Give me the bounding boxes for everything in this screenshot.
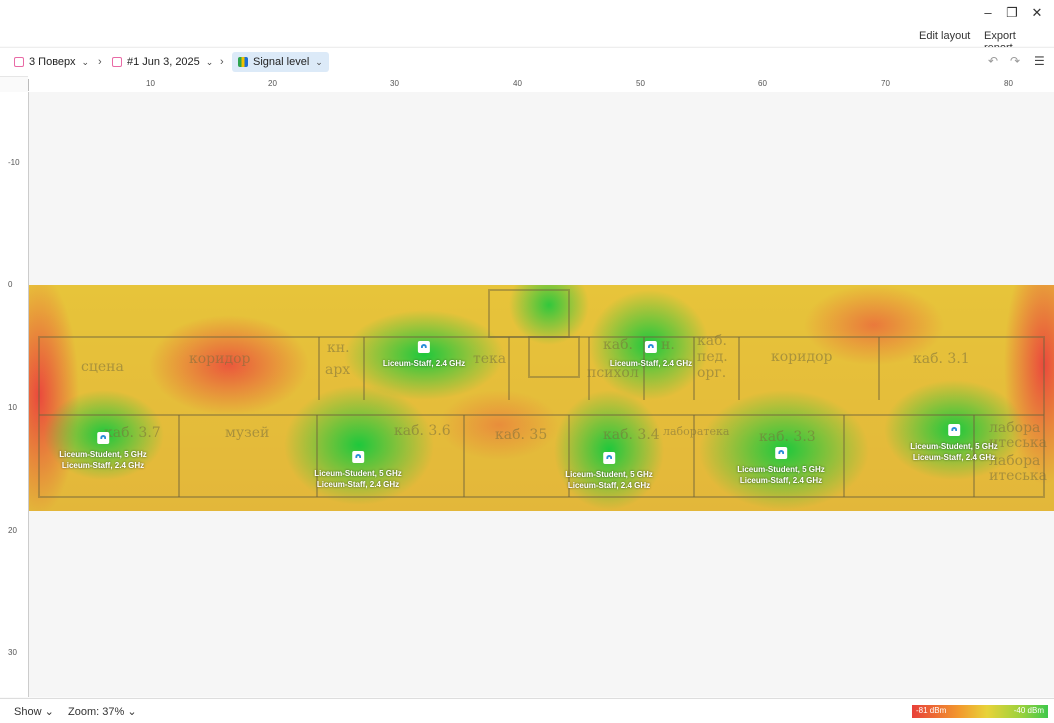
room-label: тека (473, 351, 507, 367)
chevron-down-icon: ⌄ (44, 706, 54, 718)
wifi-ap-icon (948, 424, 960, 436)
access-point[interactable]: Liceum-Staff, 2.4 GHz (383, 341, 465, 369)
breadcrumb-separator-icon: › (220, 56, 224, 68)
ruler-label: 0 (8, 280, 13, 289)
ruler-label: 80 (1004, 79, 1013, 88)
ruler-label: 30 (8, 648, 17, 657)
restore-button[interactable]: ❐ (998, 4, 1026, 22)
show-dropdown[interactable]: Show ⌄ (14, 705, 54, 718)
ruler-label: 10 (8, 403, 17, 412)
room-label: каб. 35 (495, 427, 548, 443)
access-point[interactable]: Liceum-Student, 5 GHz Liceum-Staff, 2.4 … (314, 451, 402, 490)
ruler-label: 70 (881, 79, 890, 88)
access-point[interactable]: Liceum-Student, 5 GHz Liceum-Staff, 2.4 … (737, 447, 825, 486)
room-label: итеська (989, 468, 1047, 484)
wifi-ap-icon (97, 432, 109, 444)
ruler-label: 20 (8, 526, 17, 535)
ruler-label: 40 (513, 79, 522, 88)
heatmap-canvas[interactable]: сцена коридор кн. арх тека каб. н. психо… (29, 92, 1054, 697)
ruler-label: 20 (268, 79, 277, 88)
chevron-down-icon: ⌄ (81, 57, 90, 67)
signal-heatmap: сцена коридор кн. арх тека каб. н. психо… (29, 285, 1054, 511)
survey-label: #1 Jun 3, 2025 (127, 56, 200, 68)
access-point[interactable]: Liceum-Staff, 2.4 GHz (610, 341, 692, 369)
room-label: каб. 3.3 (759, 429, 816, 445)
ruler-label: 60 (758, 79, 767, 88)
room-label: арх (325, 362, 351, 378)
wifi-ap-icon (418, 341, 430, 353)
close-button[interactable]: ✕ (1023, 4, 1051, 22)
legend-min: -81 dBm (916, 706, 947, 715)
room-label: коридор (771, 349, 833, 365)
room-label: пед. (697, 349, 728, 365)
chevron-down-icon: ⌄ (315, 57, 323, 67)
wifi-ap-icon (645, 341, 657, 353)
access-point[interactable]: Liceum-Student, 5 GHz Liceum-Staff, 2.4 … (59, 432, 147, 471)
view-label: Signal level (253, 56, 310, 68)
status-bar: Show ⌄ Zoom: 37% ⌄ -81 dBm -40 dBm (0, 698, 1054, 723)
breadcrumb-floor[interactable]: 3 Поверх ⌄ (14, 53, 89, 71)
room-label: каб. 3.1 (913, 351, 970, 367)
room-label: сцена (81, 359, 124, 375)
ruler-label: 30 (390, 79, 399, 88)
ruler-label: 50 (636, 79, 645, 88)
toolbar: 3 Поверх ⌄ › #1 Jun 3, 2025 ⌄ › Signal l… (0, 47, 1054, 77)
room-label: каб. 3.6 (394, 423, 451, 439)
chevron-down-icon: ⌄ (205, 57, 214, 67)
ruler-top: 10 20 30 40 50 60 70 80 (28, 76, 1054, 93)
undo-icon[interactable]: ↶ (988, 54, 998, 68)
ruler-left: -10 0 10 20 30 (0, 92, 29, 697)
wifi-ap-icon (775, 447, 787, 459)
redo-icon[interactable]: ↷ (1010, 54, 1020, 68)
room-label: кн. (327, 340, 350, 356)
settings-sliders-icon[interactable]: ☰ (1034, 54, 1045, 68)
breadcrumb-separator-icon: › (98, 56, 102, 68)
floor-plan (38, 289, 1045, 498)
ruler-label: -10 (8, 158, 20, 167)
room-label: музей (225, 425, 270, 441)
zoom-dropdown[interactable]: Zoom: 37% ⌄ (68, 705, 137, 718)
ruler-label: 10 (146, 79, 155, 88)
edit-layout-button[interactable]: Edit layout (919, 30, 970, 42)
wifi-ap-icon (603, 452, 615, 464)
chevron-down-icon: ⌄ (127, 706, 137, 718)
room-label: коридор (189, 351, 251, 367)
survey-icon (112, 57, 122, 67)
floor-icon (14, 57, 24, 67)
room-label: орг. (697, 365, 727, 381)
access-point[interactable]: Liceum-Student, 5 GHz Liceum-Staff, 2.4 … (910, 424, 998, 463)
breadcrumb-survey[interactable]: #1 Jun 3, 2025 ⌄ (112, 53, 213, 71)
room-label: каб. 3.4 (603, 427, 660, 443)
room-label: каб. (697, 333, 727, 349)
access-point[interactable]: Liceum-Student, 5 GHz Liceum-Staff, 2.4 … (565, 452, 653, 491)
wifi-ap-icon (352, 451, 364, 463)
signal-icon (238, 57, 248, 67)
room-label: лаборатека (663, 425, 730, 438)
signal-legend: -81 dBm -40 dBm (912, 705, 1048, 718)
title-bar: – ❐ ✕ Edit layout Export report... (0, 0, 1054, 54)
legend-max: -40 dBm (1013, 706, 1044, 715)
floor-label: 3 Поверх (29, 56, 76, 68)
breadcrumb-view[interactable]: Signal level ⌄ (232, 52, 329, 72)
